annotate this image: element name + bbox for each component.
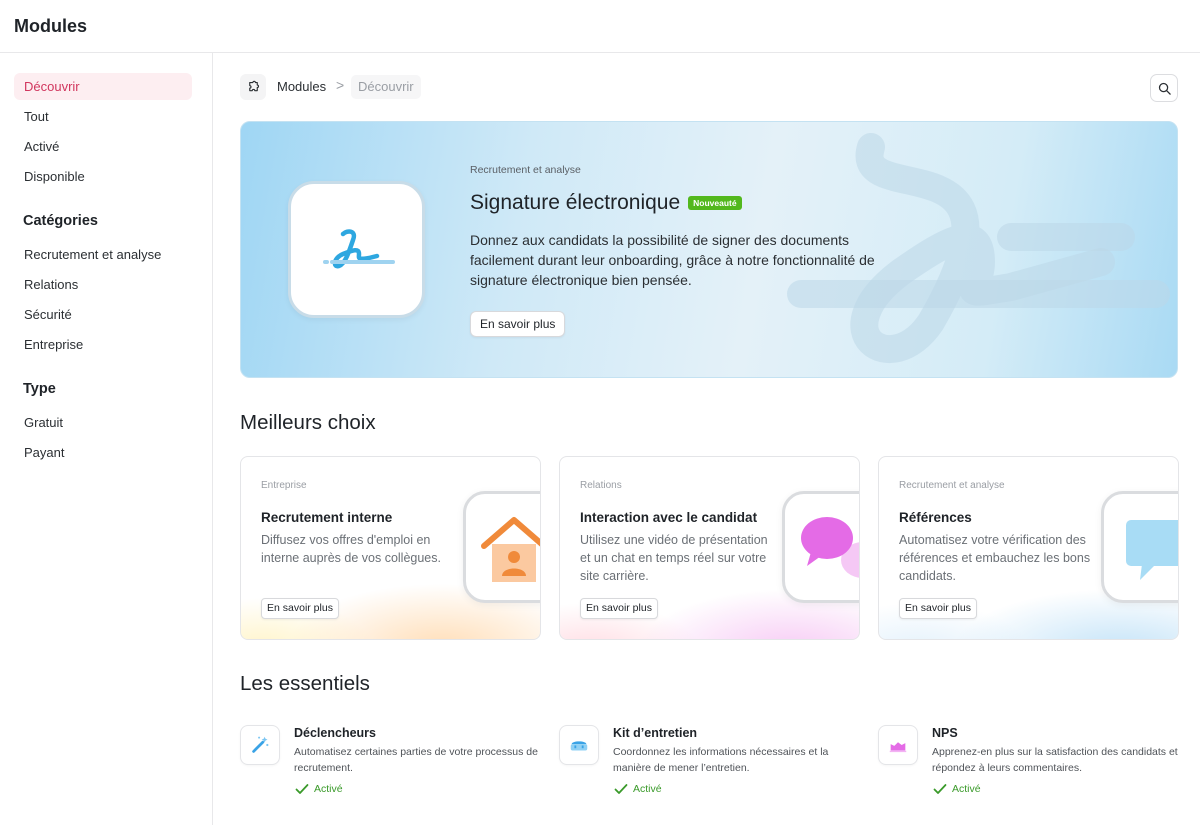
essential-item-nps[interactable]: NPS Apprenez-en plus sur la satisfaction…: [878, 723, 1178, 813]
card-title: Recrutement interne: [261, 510, 393, 525]
new-badge: Nouveauté: [688, 196, 742, 210]
sidebar: Découvrir Tout Activé Disponible Catégor…: [0, 53, 213, 825]
speech-bubble-icon: [1101, 491, 1178, 603]
hero-title: Signature électronique: [470, 191, 681, 214]
top-bar: Modules: [0, 0, 1200, 53]
status-enabled: Activé: [933, 783, 981, 795]
sidebar-item-available[interactable]: Disponible: [14, 163, 192, 190]
chat-bubbles-icon: [782, 491, 859, 603]
nps-chart-icon: [878, 725, 918, 765]
essential-title: Kit d’entretien: [613, 726, 698, 740]
signature-icon: [288, 181, 425, 318]
sidebar-item-paid[interactable]: Payant: [14, 439, 192, 466]
breadcrumb-separator: >: [336, 77, 345, 93]
sidebar-item-all[interactable]: Tout: [14, 103, 192, 130]
card-learn-more-button[interactable]: En savoir plus: [261, 598, 339, 619]
top-picks-heading: Meilleurs choix: [240, 411, 376, 434]
card-category: Recrutement et analyse: [899, 480, 1005, 491]
puzzle-icon[interactable]: [240, 74, 266, 100]
sidebar-item-free[interactable]: Gratuit: [14, 409, 192, 436]
featured-module-banner: Recrutement et analyse Signature électro…: [240, 121, 1178, 378]
hero-title-row: Signature électronique Nouveauté: [470, 191, 742, 215]
check-icon: [614, 784, 628, 794]
module-card-references[interactable]: Recrutement et analyse Références Automa…: [878, 456, 1179, 640]
card-learn-more-button[interactable]: En savoir plus: [580, 598, 658, 619]
card-category: Relations: [580, 480, 622, 491]
breadcrumb-current: Découvrir: [351, 75, 421, 99]
card-title: Interaction avec le candidat: [580, 510, 758, 525]
sidebar-item-relations[interactable]: Relations: [14, 271, 192, 298]
check-icon: [933, 784, 947, 794]
search-button[interactable]: [1150, 74, 1178, 102]
card-description: Automatisez votre vérification des référ…: [899, 533, 1091, 583]
essentials-heading: Les essentiels: [240, 672, 370, 695]
sidebar-item-recruitment[interactable]: Recrutement et analyse: [14, 241, 192, 268]
sidebar-item-security[interactable]: Sécurité: [14, 301, 192, 328]
app-title: Modules: [14, 16, 88, 36]
essential-item-interview-kit[interactable]: Kit d’entretien Coordonnez les informati…: [559, 723, 859, 813]
module-card-candidate-interaction[interactable]: Relations Interaction avec le candidat U…: [559, 456, 860, 640]
module-card-internal-recruitment[interactable]: Entreprise Recrutement interne Diffusez …: [240, 456, 541, 640]
check-icon: [295, 784, 309, 794]
hero-description: Donnez aux candidats la possibilité de s…: [470, 232, 875, 288]
sidebar-item-enterprise[interactable]: Entreprise: [14, 331, 192, 358]
essential-item-triggers[interactable]: Déclencheurs Automatisez certaines parti…: [240, 723, 540, 813]
categories-heading: Catégories: [23, 213, 98, 229]
status-enabled: Activé: [614, 783, 662, 795]
sidebar-item-discover[interactable]: Découvrir: [14, 73, 192, 100]
hero-category: Recrutement et analyse: [470, 164, 581, 176]
essential-title: NPS: [932, 726, 958, 740]
status-label: Activé: [633, 783, 662, 795]
hero-learn-more-button[interactable]: En savoir plus: [470, 311, 566, 337]
search-icon: [1158, 82, 1171, 95]
main-content: Modules > Découvrir Recrutement et analy…: [213, 53, 1200, 825]
type-heading: Type: [23, 381, 56, 397]
sidebar-item-enabled[interactable]: Activé: [14, 133, 192, 160]
toolkit-icon: [559, 725, 599, 765]
card-description: Utilisez une vidéo de présentation et un…: [580, 533, 768, 583]
breadcrumb-modules[interactable]: Modules: [277, 79, 326, 94]
magic-wand-icon: [240, 725, 280, 765]
status-label: Activé: [314, 783, 343, 795]
essential-title: Déclencheurs: [294, 726, 376, 740]
card-learn-more-button[interactable]: En savoir plus: [899, 598, 977, 619]
status-enabled: Activé: [295, 783, 343, 795]
status-label: Activé: [952, 783, 981, 795]
essential-description: Coordonnez les informations nécessaires …: [613, 746, 829, 774]
essential-description: Automatisez certaines parties de votre p…: [294, 746, 538, 774]
card-category: Entreprise: [261, 480, 307, 491]
card-title: Références: [899, 510, 972, 525]
card-description: Diffusez vos offres d'emploi en interne …: [261, 533, 441, 565]
essential-description: Apprenez-en plus sur la satisfaction des…: [932, 746, 1178, 774]
house-person-icon: [463, 491, 540, 603]
